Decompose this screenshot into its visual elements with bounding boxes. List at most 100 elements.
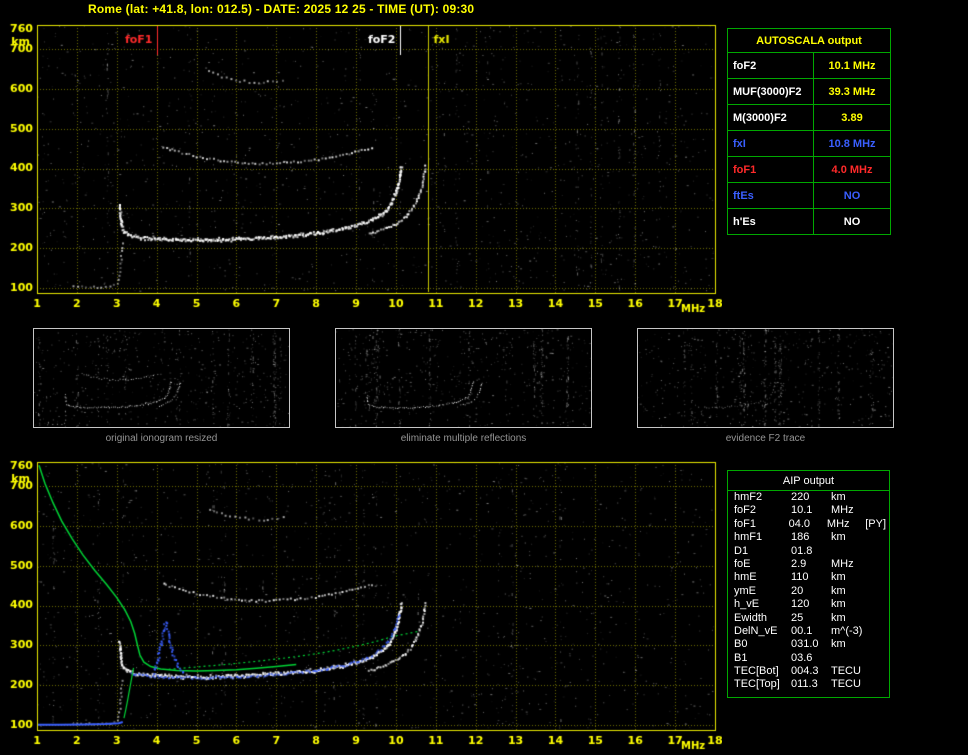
aip-row-extra [871, 545, 889, 558]
aip-row: hmF2 220 km [728, 491, 889, 504]
aip-row-value: 03.6 [791, 651, 813, 664]
aip-row-extra [871, 612, 889, 625]
autoscala-row: ftEs NO [727, 182, 891, 209]
aip-row-label: B0 [734, 638, 748, 651]
autoscala-row-label: fxI [727, 130, 814, 157]
aip-row-extra [871, 585, 889, 598]
aip-row: B0 031.0 km [728, 638, 889, 651]
aip-row: B1 03.6 [728, 652, 889, 665]
autoscala-row-label: foF1 [727, 156, 814, 183]
aip-row-unit: km [831, 611, 846, 624]
aip-row-value: 004.3 [791, 665, 819, 678]
autoscala-row-label: ftEs [727, 182, 814, 209]
aip-row-label: hmE [734, 571, 757, 584]
aip-row-unit: km [831, 491, 846, 503]
aip-row-extra [871, 625, 889, 638]
aip-panel-title: AIP output [728, 471, 889, 491]
autoscala-row-label: h'Es [727, 208, 814, 235]
autoscala-row-value: 3.89 [813, 104, 891, 131]
aip-row-value: 04.0 [788, 517, 811, 530]
autoscala-row: foF2 10.1 MHz [727, 52, 891, 79]
aip-row-extra: [PY] [865, 517, 887, 530]
autoscala-row-value: 10.8 MHz [813, 130, 891, 157]
aip-row: h_vE 120 km [728, 598, 889, 611]
autoscala-row-label: M(3000)F2 [727, 104, 814, 131]
autoscala-row: h'Es NO [727, 208, 891, 235]
aip-row: DelN_vE 00.1 m^(-3) [728, 625, 889, 638]
aip-row-value: 00.1 [791, 624, 813, 637]
aip-row-label: TEC[Top] [734, 678, 780, 691]
autoscala-row-value: NO [813, 208, 891, 235]
thumbnail-caption: eliminate multiple reflections [400, 433, 527, 444]
aip-row: hmF1 186 km [728, 531, 889, 544]
aip-row-value: 10.1 [791, 504, 813, 517]
aip-row-label: h_vE [734, 598, 760, 611]
aip-row-label: foF2 [734, 504, 757, 517]
autoscala-row: MUF(3000)F2 39.3 MHz [727, 78, 891, 105]
aip-row-label: TEC[Bot] [734, 665, 779, 678]
thumbnail-caption: evidence F2 trace [725, 433, 806, 444]
aip-row-value: 01.8 [791, 544, 813, 557]
autoscala-row: foF1 4.0 MHz [727, 156, 891, 183]
autoscala-row-label: MUF(3000)F2 [727, 78, 814, 105]
aip-row: TEC[Bot] 004.3 TECU [728, 665, 889, 678]
aip-row-value: 2.9 [791, 557, 807, 570]
aip-row-unit: km [831, 584, 846, 597]
aip-row-label: B1 [734, 651, 748, 664]
autoscala-row-value: NO [813, 182, 891, 209]
aip-row-label: ymE [734, 584, 756, 597]
aip-row: foF2 10.1 MHz [728, 504, 889, 517]
aip-row-unit: MHz [826, 517, 850, 530]
aip-row-unit: km [831, 571, 846, 584]
thumbnail-f2-evidence [637, 328, 894, 428]
thumbnail-caption: original ionogram resized [105, 433, 218, 444]
aip-row-unit [831, 545, 871, 558]
aip-row-value: 186 [791, 531, 810, 544]
autoscala-row: fxI 10.8 MHz [727, 130, 891, 157]
aip-output-panel: AIP output hmF2 220 km foF2 10.1 MHz foF1 04.… [727, 470, 890, 698]
aip-row: hmE 110 km [728, 571, 889, 584]
aip-row: foE 2.9 MHz [728, 558, 889, 571]
bottom-ionogram-profile-plot [6, 455, 722, 751]
aip-row-label: DelN_vE [734, 624, 778, 637]
autoscala-table-title: AUTOSCALA output [727, 28, 891, 53]
aip-row: ymE 20 km [728, 585, 889, 598]
autoscala-row: M(3000)F2 3.89 [727, 104, 891, 131]
aip-row-extra [871, 491, 889, 504]
aip-row-label: foF1 [734, 517, 757, 530]
aip-row-label: hmF2 [734, 491, 763, 503]
aip-row-label: hmF1 [734, 531, 763, 544]
thumbnail-multiples-removed [335, 328, 592, 428]
aip-row-unit: km [831, 598, 846, 611]
aip-row-unit: TECU [831, 665, 861, 678]
aip-row: TEC[Top] 011.3 TECU [728, 678, 889, 691]
page-title: Rome (lat: +41.8, lon: 012.5) - DATE: 20… [88, 2, 475, 16]
aip-row-extra [871, 571, 889, 584]
aip-row: D1 01.8 [728, 545, 889, 558]
aip-row-extra [871, 531, 889, 544]
aip-row-extra [871, 652, 889, 665]
aip-row-unit [831, 652, 871, 665]
aip-row-label: Ewidth [734, 611, 768, 624]
aip-row-extra [871, 678, 889, 691]
aip-row-extra [871, 598, 889, 611]
autoscala-output-table: AUTOSCALA output foF2 10.1 MHz MUF(3000)… [727, 28, 891, 235]
aip-row-unit: km [831, 638, 846, 651]
autoscala-row-label: foF2 [727, 52, 814, 79]
autoscala-row-value: 4.0 MHz [813, 156, 891, 183]
aip-row-label: foE [734, 557, 751, 570]
aip-row-unit: m^(-3) [831, 624, 863, 637]
aip-row-extra [871, 504, 889, 517]
top-ionogram-plot [6, 18, 722, 314]
autoscala-row-value: 39.3 MHz [813, 78, 891, 105]
thumbnail-original-ionogram [33, 328, 290, 428]
aip-row: Ewidth 25 km [728, 612, 889, 625]
aip-row-unit: MHz [831, 504, 854, 517]
aip-row-extra [871, 638, 889, 651]
aip-row-extra [871, 665, 889, 678]
aip-row-value: 25 [791, 611, 804, 624]
aip-row-value: 120 [791, 598, 810, 611]
aip-row-value: 20 [791, 584, 804, 597]
aip-row-value: 031.0 [791, 638, 819, 651]
autoscala-row-value: 10.1 MHz [813, 52, 891, 79]
